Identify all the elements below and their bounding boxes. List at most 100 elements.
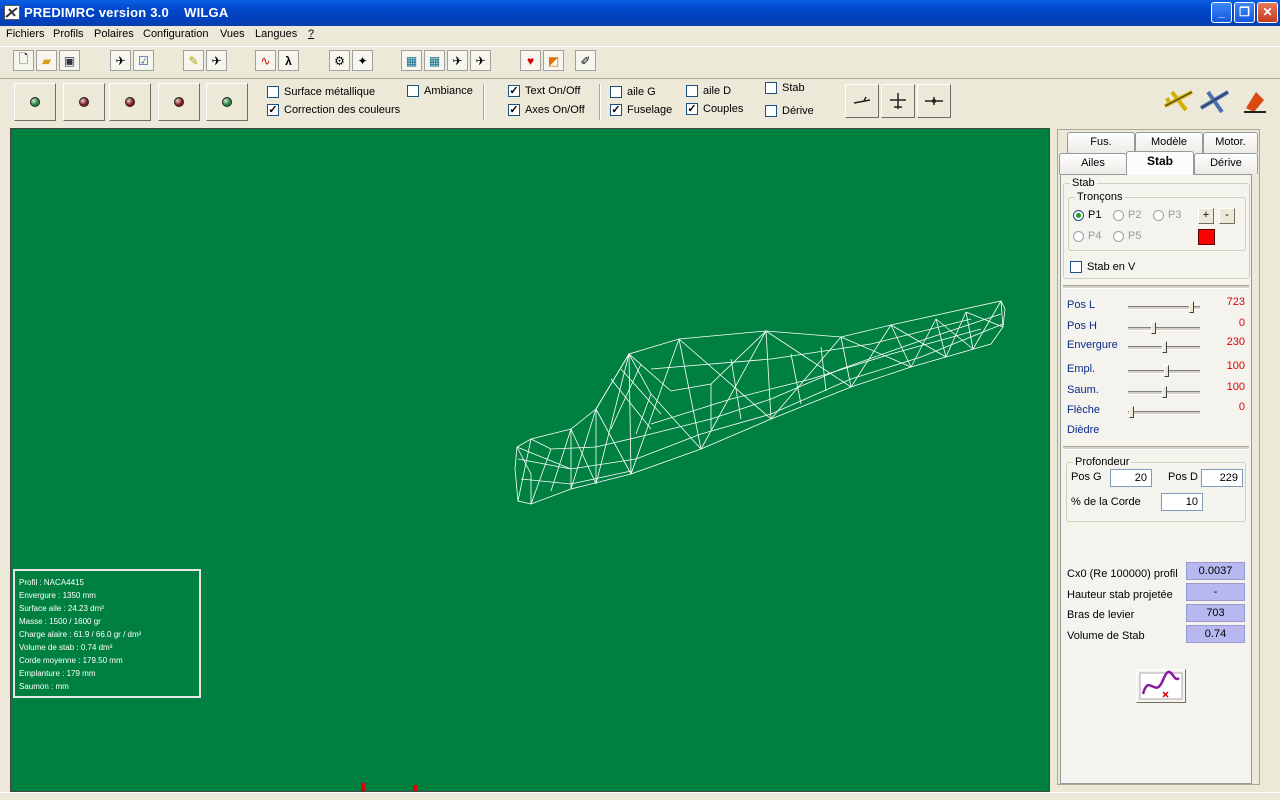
menu-configuration[interactable]: Configuration [143, 28, 208, 40]
axis-marker [361, 783, 365, 791]
text-onoff-checkbox[interactable]: ✓ Text On/Off [508, 85, 580, 97]
tab-motor[interactable]: Motor. [1203, 132, 1258, 153]
calculator-button-1[interactable]: ▦ [401, 50, 422, 71]
restore-button[interactable]: ❐ [1234, 2, 1255, 23]
tab-ailes[interactable]: Ailes [1059, 153, 1127, 174]
pencil-button[interactable]: ✎ [183, 50, 204, 71]
profile-tool-button[interactable]: ✈ [110, 50, 131, 71]
side-view-button[interactable] [845, 84, 879, 118]
aile-g-checkbox[interactable]: aile G [610, 86, 656, 98]
menu-langues[interactable]: Langues [255, 28, 297, 40]
volume-stab-label: Volume de Stab [1067, 630, 1145, 642]
param-label: Pos H [1067, 320, 1097, 332]
close-button[interactable]: ✕ [1257, 2, 1278, 23]
paint-button[interactable] [1240, 86, 1272, 116]
open-button[interactable]: ▰ [36, 50, 57, 71]
title-bar: PREDIMRC version 3.0 WILGA _ ❐ ✕ [0, 0, 1280, 26]
plane-settings-button[interactable] [1162, 84, 1196, 118]
side-view-icon [853, 96, 871, 104]
polar-graph-icon [1139, 670, 1183, 700]
stab-checkbox[interactable]: Stab [765, 82, 805, 94]
tab-derive[interactable]: Dérive [1194, 153, 1258, 174]
couples-checkbox[interactable]: ✓ Couples [686, 103, 743, 115]
calculator-button-2[interactable]: ▦ [424, 50, 445, 71]
color-button-3[interactable] [109, 83, 151, 121]
chart-icon: ◩ [547, 53, 560, 68]
tab-fus[interactable]: Fus. [1067, 132, 1135, 153]
segment-p5-radio[interactable]: P5 [1113, 230, 1141, 242]
polar-curve-button[interactable]: ∿ [255, 50, 276, 71]
menu-profils[interactable]: Profils [53, 28, 84, 40]
param-label: Envergure [1067, 339, 1118, 351]
slider-thumb[interactable] [1162, 341, 1167, 353]
pos-d-field[interactable]: 229 [1201, 469, 1243, 487]
remove-segment-button[interactable]: - [1219, 208, 1235, 224]
param-label: Pos L [1067, 299, 1096, 311]
menu-polaires[interactable]: Polaires [94, 28, 134, 40]
corde-label: % de la Corde [1071, 496, 1141, 508]
plane-button[interactable]: ✈ [206, 50, 227, 71]
add-segment-button[interactable]: + [1198, 208, 1214, 224]
slider-thumb[interactable] [1129, 406, 1134, 418]
new-file-button[interactable]: 🗋 [13, 50, 34, 71]
menu-fichiers[interactable]: Fichiers [6, 28, 45, 40]
info-line: Charge alaire : 61.9 / 66.0 gr / dm² [19, 630, 142, 639]
slider-thumb[interactable] [1189, 301, 1194, 313]
color-button-4[interactable] [158, 83, 200, 121]
front-view-button[interactable] [917, 84, 951, 118]
fuselage-checkbox[interactable]: ✓ Fuselage [610, 104, 672, 116]
param-label: Saum. [1067, 384, 1099, 396]
surface-metallique-checkbox[interactable]: Surface métallique [267, 86, 375, 98]
heart-button[interactable]: ♥ [520, 50, 541, 71]
param-slider[interactable] [1128, 301, 1200, 313]
aile-d-checkbox[interactable]: aile D [686, 85, 731, 97]
minimize-button[interactable]: _ [1211, 2, 1232, 23]
derive-checkbox[interactable]: Dérive [765, 105, 814, 117]
param-label: Dièdre [1067, 424, 1100, 436]
segment-p2-radio[interactable]: P2 [1113, 209, 1141, 221]
pos-g-field[interactable]: 20 [1110, 469, 1152, 487]
segment-p1-radio[interactable]: P1 [1073, 209, 1101, 221]
tab-stab[interactable]: Stab [1126, 151, 1194, 175]
segment-color-swatch[interactable] [1198, 229, 1215, 245]
plane-blue-button[interactable] [1198, 84, 1232, 118]
eraser-button[interactable]: ✐ [575, 50, 596, 71]
param-slider[interactable] [1128, 386, 1200, 398]
menu-help[interactable]: ? [308, 28, 314, 40]
checklist-button[interactable]: ☑ [133, 50, 154, 71]
param-slider[interactable] [1128, 365, 1200, 377]
param-slider[interactable] [1128, 322, 1200, 334]
segment-p3-radio[interactable]: P3 [1153, 209, 1181, 221]
correction-couleurs-checkbox[interactable]: ✓ Correction des couleurs [267, 104, 400, 116]
color-button-1[interactable] [14, 83, 56, 121]
segment-p4-radio[interactable]: P4 [1073, 230, 1101, 242]
menu-vues[interactable]: Vues [220, 28, 245, 40]
slider-thumb[interactable] [1151, 322, 1156, 334]
profondeur-group: Profondeur [1066, 456, 1246, 522]
slider-thumb[interactable] [1162, 386, 1167, 398]
propeller-button[interactable]: ✦ [352, 50, 373, 71]
axes-onoff-checkbox[interactable]: ✓ Axes On/Off [508, 104, 585, 116]
corde-field[interactable]: 10 [1161, 493, 1203, 511]
param-slider[interactable] [1128, 341, 1200, 353]
color-button-2[interactable] [63, 83, 105, 121]
calculator-icon: ▦ [428, 53, 441, 68]
slider-thumb[interactable] [1164, 365, 1169, 377]
color-button-5[interactable] [206, 83, 248, 121]
plane-front-button[interactable]: ✈ [470, 50, 491, 71]
ambiance-checkbox[interactable]: Ambiance [407, 85, 473, 97]
tab-modele[interactable]: Modèle [1135, 132, 1203, 153]
save-button[interactable]: ▣ [59, 50, 80, 71]
polar-graph-button[interactable] [1136, 669, 1186, 703]
info-line: Emplanture : 179 mm [19, 669, 96, 678]
chart-button[interactable]: ◩ [543, 50, 564, 71]
param-value: 0 [1238, 401, 1245, 413]
top-view-button[interactable] [881, 84, 915, 118]
engine-button[interactable]: ⚙ [329, 50, 350, 71]
lambda-button[interactable]: λ [278, 50, 299, 71]
stab-en-v-checkbox[interactable]: Stab en V [1070, 261, 1135, 273]
pos-d-label: Pos D [1168, 471, 1198, 483]
param-value: 100 [1226, 381, 1245, 393]
plane-top-button[interactable]: ✈ [447, 50, 468, 71]
param-slider[interactable] [1128, 406, 1200, 418]
